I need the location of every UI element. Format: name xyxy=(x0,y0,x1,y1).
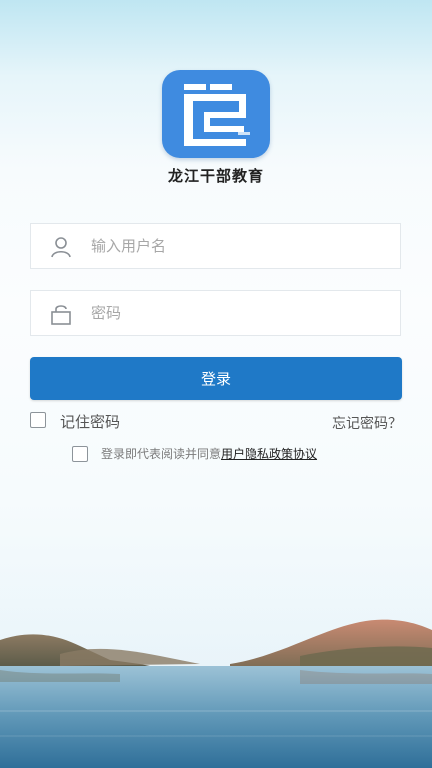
password-field[interactable] xyxy=(30,290,401,336)
remember-password-label: 记住密码 xyxy=(60,413,121,431)
username-input[interactable] xyxy=(91,224,381,268)
lock-icon xyxy=(51,305,71,325)
username-field[interactable] xyxy=(30,223,401,269)
lake-mountain-background xyxy=(0,560,432,768)
agreement-text: 登录即代表阅读并同意用户隐私政策协议 xyxy=(101,445,317,462)
forgot-password-link[interactable]: 忘记密码？ xyxy=(332,413,402,433)
password-input[interactable] xyxy=(91,291,381,335)
app-name: 龙江干部教育 xyxy=(167,167,264,185)
privacy-policy-link[interactable]: 用户隐私政策协议 xyxy=(221,447,317,461)
remember-password-checkbox[interactable] xyxy=(30,412,46,428)
agreement-checkbox[interactable] xyxy=(72,446,88,462)
app-logo-icon xyxy=(162,70,270,158)
login-button[interactable]: 登录 xyxy=(30,357,402,400)
agreement-prefix: 登录即代表阅读并同意 xyxy=(101,447,222,461)
user-icon xyxy=(51,237,71,258)
